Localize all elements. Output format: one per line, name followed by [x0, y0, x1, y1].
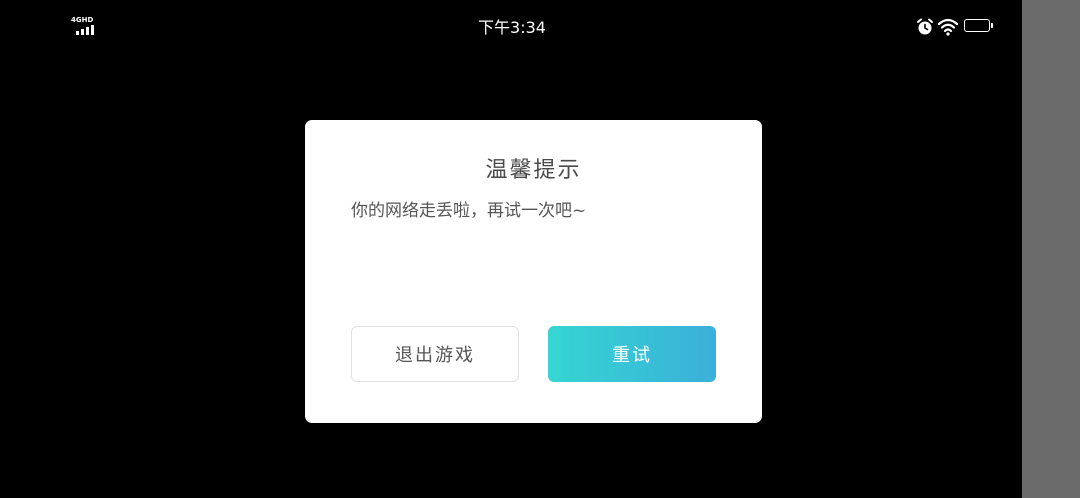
side-panel-strip: [1022, 0, 1080, 498]
alarm-icon: [917, 18, 933, 35]
status-bar: 4GHD 下午3:34 71: [0, 0, 1022, 52]
dialog-message: 你的网络走丢啦，再试一次吧~: [351, 201, 587, 221]
battery-level-text: 71: [971, 20, 983, 30]
status-time: 下午3:34: [478, 18, 546, 37]
network-error-dialog: 温馨提示 你的网络走丢啦，再试一次吧~ 退出游戏 重试: [305, 120, 762, 423]
dialog-title: 温馨提示: [485, 158, 582, 183]
retry-button[interactable]: 重试: [548, 326, 716, 382]
exit-game-button[interactable]: 退出游戏: [351, 326, 519, 382]
battery-tip: [991, 23, 993, 28]
signal-icon: 4GHD: [70, 16, 100, 38]
status-indicators: 71: [916, 16, 998, 38]
game-screen: 4GHD 下午3:34 71 温馨提示 你的网络走丢啦，再试一次吧~ 退出游戏 …: [0, 0, 1080, 498]
signal-bars-icon: [76, 25, 94, 35]
battery-icon: 71: [964, 19, 990, 32]
network-type: 4GHD: [71, 16, 94, 24]
wifi-icon: [938, 18, 958, 36]
